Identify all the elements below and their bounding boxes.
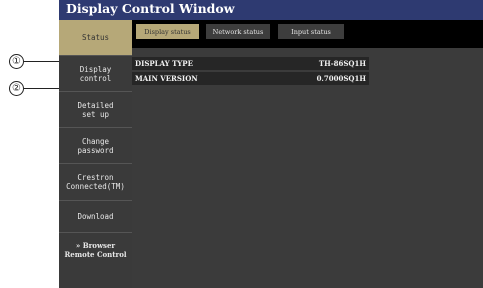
tab-network-status[interactable]: Network status <box>206 24 270 39</box>
sidebar-item-display-control[interactable]: Display control <box>59 56 132 92</box>
tab-display-status[interactable]: Display status <box>136 24 199 39</box>
main-version-label: MAIN VERSION <box>135 74 198 83</box>
sidebar-item-crestron-connected[interactable]: Crestron Connected(TM) <box>59 164 132 201</box>
sidebar-item-browser-remote-control[interactable]: » Browser Remote Control <box>59 233 132 267</box>
main-content: Display status Network status Input stat… <box>132 20 483 288</box>
sidebar-item-detailed-set-up[interactable]: Detailed set up <box>59 92 132 128</box>
display-type-row: DISPLAY TYPE TH-86SQ1H <box>132 57 369 70</box>
sidebar-item-change-password[interactable]: Change password <box>59 128 132 164</box>
sidebar-item-status[interactable]: Status <box>59 20 132 56</box>
callout-1: ① <box>9 54 24 69</box>
sidebar-item-download[interactable]: Download <box>59 201 132 233</box>
title-bar: Display Control Window <box>59 0 483 20</box>
window-title: Display Control Window <box>66 1 235 16</box>
display-type-label: DISPLAY TYPE <box>135 59 193 68</box>
display-control-window: Display Control Window Status Display co… <box>59 0 483 288</box>
display-type-value: TH-86SQ1H <box>318 59 366 68</box>
tab-input-status[interactable]: Input status <box>278 24 344 39</box>
main-version-value: 0.7000SQ1H <box>316 74 366 83</box>
sidebar-menu: Status Display control Detailed set up C… <box>59 20 132 288</box>
tab-bar: Display status Network status Input stat… <box>132 20 483 48</box>
callout-2: ② <box>9 81 24 96</box>
main-version-row: MAIN VERSION 0.7000SQ1H <box>132 72 369 85</box>
